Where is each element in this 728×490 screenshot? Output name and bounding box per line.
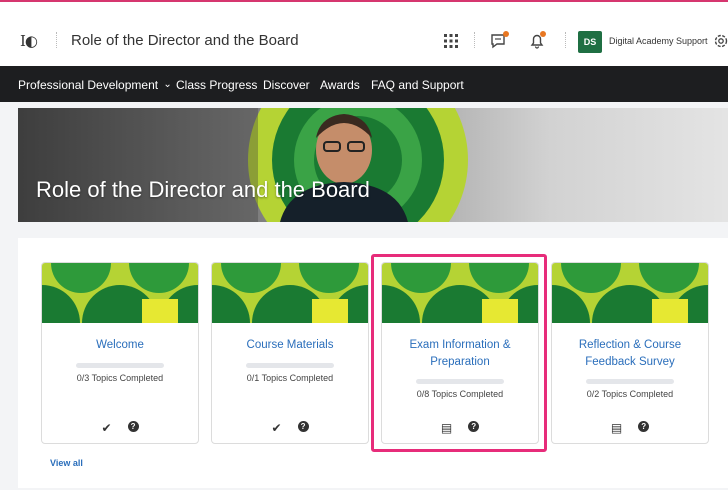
card-image bbox=[552, 263, 708, 323]
help-icon[interactable]: ? bbox=[127, 421, 139, 432]
card-title[interactable]: Reflection & Course Feedback Survey bbox=[558, 337, 702, 371]
card-title[interactable]: Welcome bbox=[48, 337, 192, 354]
progress-text: 0/3 Topics Completed bbox=[76, 373, 164, 383]
progress-bar bbox=[76, 363, 164, 368]
help-icon[interactable]: ? bbox=[638, 421, 650, 432]
view-all-link[interactable]: View all bbox=[50, 458, 83, 468]
card-icons: ▤ ? bbox=[552, 421, 708, 435]
logo[interactable]: I◐ bbox=[20, 32, 38, 50]
banner-title: Role of the Director and the Board bbox=[36, 177, 370, 202]
card-course-materials[interactable]: Course Materials 0/1 Topics Completed ✔ … bbox=[211, 262, 369, 444]
nav-item-label: Professional Development bbox=[18, 78, 159, 92]
nav-item-awards[interactable]: Awards bbox=[320, 78, 360, 92]
nav-item-class-progress[interactable]: Class Progress bbox=[176, 78, 257, 92]
navbar: Professional Development ⌄ Class Progres… bbox=[0, 66, 728, 102]
gear-icon[interactable] bbox=[710, 30, 728, 52]
card-image bbox=[42, 263, 198, 323]
header-bar: I◐ Role of the Director and the Board DS… bbox=[0, 2, 728, 66]
banner-graphic bbox=[18, 108, 468, 222]
course-title[interactable]: Role of the Director and the Board bbox=[71, 32, 299, 49]
divider bbox=[565, 32, 566, 48]
highlight-box bbox=[371, 254, 547, 452]
divider bbox=[56, 32, 57, 48]
check-icon[interactable]: ✔ bbox=[271, 421, 281, 435]
chat-icon[interactable] bbox=[488, 30, 510, 52]
progress-bar bbox=[586, 379, 674, 384]
nav-item-discover[interactable]: Discover bbox=[263, 78, 310, 92]
card-icons: ✔ ? bbox=[42, 421, 198, 435]
nav-item-professional-development[interactable]: Professional Development ⌄ bbox=[18, 78, 172, 92]
check-icon[interactable]: ✔ bbox=[101, 421, 111, 435]
grid-icon[interactable] bbox=[440, 30, 462, 52]
card-image bbox=[212, 263, 368, 323]
notification-dot bbox=[503, 31, 509, 37]
progress-text: 0/1 Topics Completed bbox=[246, 373, 334, 383]
nav-item-faq-support[interactable]: FAQ and Support bbox=[371, 78, 464, 92]
course-banner bbox=[18, 108, 728, 222]
help-icon[interactable]: ? bbox=[297, 421, 309, 432]
divider bbox=[474, 32, 475, 48]
card-icons: ✔ ? bbox=[212, 421, 368, 435]
chevron-down-icon: ⌄ bbox=[163, 79, 172, 90]
card-title[interactable]: Course Materials bbox=[218, 337, 362, 354]
bell-icon[interactable] bbox=[526, 30, 548, 52]
avatar[interactable]: DS bbox=[578, 31, 602, 53]
card-welcome[interactable]: Welcome 0/3 Topics Completed ✔ ? bbox=[41, 262, 199, 444]
progress-bar bbox=[246, 363, 334, 368]
card-reflection-survey[interactable]: Reflection & Course Feedback Survey 0/2 … bbox=[551, 262, 709, 444]
notification-dot bbox=[540, 31, 546, 37]
user-name[interactable]: Digital Academy Support bbox=[609, 36, 708, 46]
progress-text: 0/2 Topics Completed bbox=[586, 389, 674, 399]
document-icon[interactable]: ▤ bbox=[611, 421, 622, 435]
